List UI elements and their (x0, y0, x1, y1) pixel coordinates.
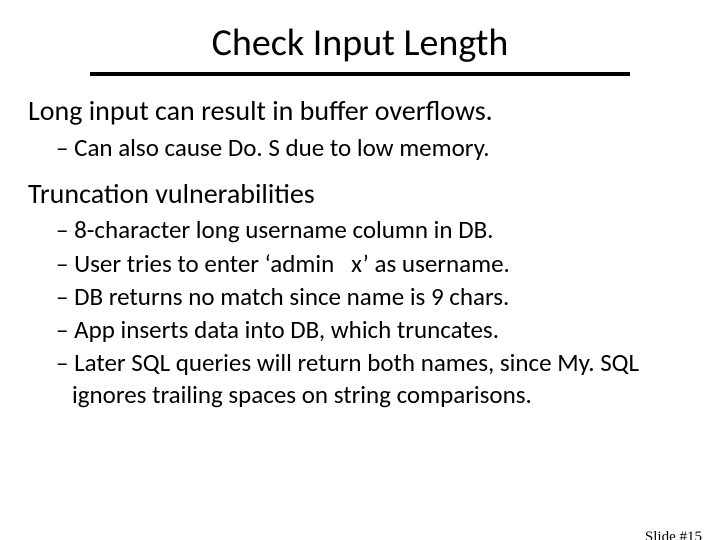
slide-title: Check Input Length (0, 20, 720, 66)
bullet-lead: Truncation vulnerabilities (28, 177, 696, 211)
slide-body: Long input can result in buffer overflow… (0, 94, 720, 410)
bullet-lead: Long input can result in buffer overflow… (28, 94, 696, 128)
bullet-sub: Later SQL queries will return both names… (56, 347, 696, 410)
bullet-sub: Can also cause Do. S due to low memory. (56, 132, 696, 163)
bullet-sub: DB returns no match since name is 9 char… (56, 281, 696, 312)
bullet-sub: User tries to enter ‘admin x’ as usernam… (56, 248, 696, 279)
title-underline (90, 72, 630, 76)
bullet-sub: App inserts data into DB, which truncate… (56, 314, 696, 345)
slide-number: Slide #15 (645, 529, 702, 540)
bullet-sub: 8-character long username column in DB. (56, 214, 696, 245)
slide: Check Input Length Long input can result… (0, 20, 720, 540)
